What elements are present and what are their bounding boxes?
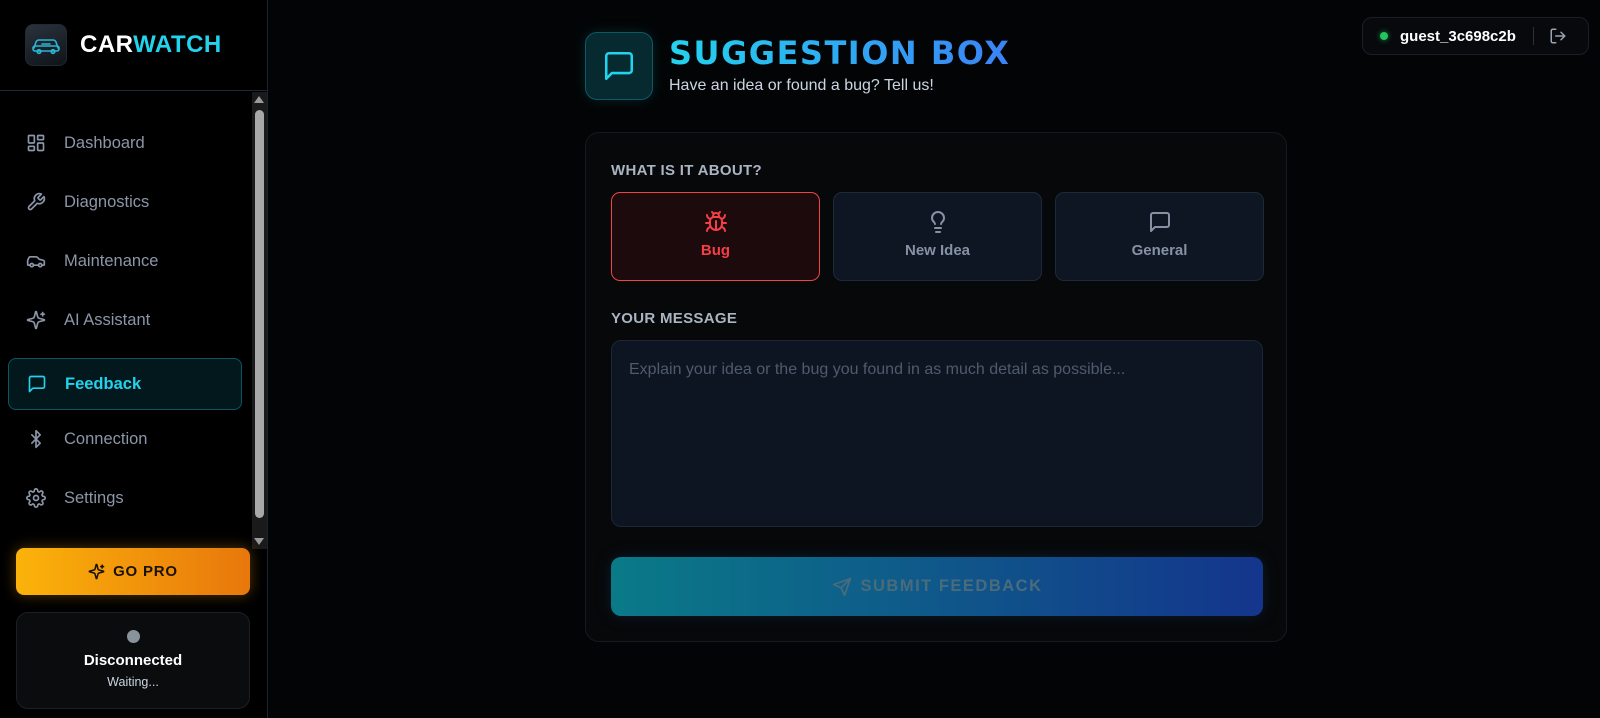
- bluetooth-icon: [25, 428, 47, 450]
- lightbulb-icon: [926, 209, 950, 235]
- connection-substatus: Waiting...: [107, 675, 159, 689]
- user-badge: guest_3c698c2b: [1362, 17, 1589, 55]
- go-pro-label: GO PRO: [113, 563, 178, 580]
- page-title: SUGGESTION BOX: [669, 34, 1011, 72]
- type-option-label: New Idea: [904, 242, 971, 259]
- sidebar-item-dashboard[interactable]: Dashboard: [8, 117, 242, 169]
- sidebar-item-feedback[interactable]: Feedback: [8, 358, 242, 410]
- type-section-label: WHAT IS IT ABOUT?: [611, 162, 762, 179]
- sidebar-item-diagnostics[interactable]: Diagnostics: [8, 176, 242, 228]
- car-logo-icon: [25, 24, 67, 66]
- divider: [1532, 27, 1534, 45]
- logout-icon[interactable]: [1549, 27, 1567, 45]
- brand-part-watch: WATCH: [133, 31, 222, 58]
- type-option-label: General: [1131, 242, 1188, 259]
- brand: CARWATCH: [0, 0, 267, 91]
- dashboard-icon: [25, 132, 47, 154]
- message-square-icon: [26, 373, 48, 395]
- type-option-general[interactable]: General: [1055, 192, 1264, 281]
- brand-part-car: CAR: [80, 31, 134, 58]
- sidebar-nav: Dashboard Diagnostics Maintenance AI Ass…: [0, 92, 252, 548]
- connection-status-card: Disconnected Waiting...: [16, 612, 250, 709]
- type-option-bug[interactable]: Bug: [611, 192, 820, 281]
- sidebar-item-connection[interactable]: Connection: [8, 413, 242, 465]
- sidebar-item-label: Feedback: [65, 374, 142, 393]
- sidebar: CARWATCH Dashboard Diagnostics Maintenan…: [0, 0, 268, 718]
- scroll-up-arrow-icon[interactable]: [254, 96, 264, 103]
- sidebar-item-settings[interactable]: Settings: [8, 472, 242, 524]
- scroll-down-arrow-icon[interactable]: [254, 538, 264, 545]
- go-pro-button[interactable]: GO PRO: [16, 548, 250, 595]
- app-title: CARWATCH: [80, 31, 222, 59]
- sidebar-item-label: Maintenance: [64, 251, 159, 270]
- status-indicator-dot: [126, 630, 140, 643]
- connection-status: Disconnected: [83, 652, 183, 669]
- sidebar-scrollbar[interactable]: [252, 92, 267, 549]
- sidebar-item-label: AI Assistant: [64, 310, 151, 329]
- online-status-dot: [1380, 32, 1388, 40]
- bug-icon: [704, 209, 728, 235]
- car-icon: [25, 250, 47, 272]
- sidebar-item-label: Dashboard: [64, 133, 145, 152]
- wrench-icon: [25, 191, 47, 213]
- message-square-icon: [1148, 209, 1172, 235]
- message-square-icon: [585, 32, 653, 100]
- submit-feedback-button[interactable]: SUBMIT FEEDBACK: [611, 557, 1263, 616]
- send-icon: [832, 577, 852, 597]
- sparkles-icon: [25, 309, 47, 331]
- scroll-thumb[interactable]: [255, 110, 264, 518]
- sidebar-item-maintenance[interactable]: Maintenance: [8, 235, 242, 287]
- sparkles-icon: [88, 563, 105, 580]
- message-section-label: YOUR MESSAGE: [611, 310, 738, 327]
- sidebar-item-label: Connection: [64, 429, 148, 448]
- gear-icon: [25, 487, 47, 509]
- submit-label: SUBMIT FEEDBACK: [860, 577, 1043, 595]
- sidebar-item-label: Settings: [64, 488, 124, 507]
- sidebar-item-label: Diagnostics: [64, 192, 150, 211]
- type-option-label: Bug: [700, 242, 731, 259]
- page-subtitle: Have an idea or found a bug? Tell us!: [669, 77, 934, 94]
- sidebar-item-ai-assistant[interactable]: AI Assistant: [8, 294, 242, 346]
- type-option-new-idea[interactable]: New Idea: [833, 192, 1042, 281]
- message-textarea[interactable]: [611, 340, 1263, 527]
- username: guest_3c698c2b: [1400, 27, 1516, 45]
